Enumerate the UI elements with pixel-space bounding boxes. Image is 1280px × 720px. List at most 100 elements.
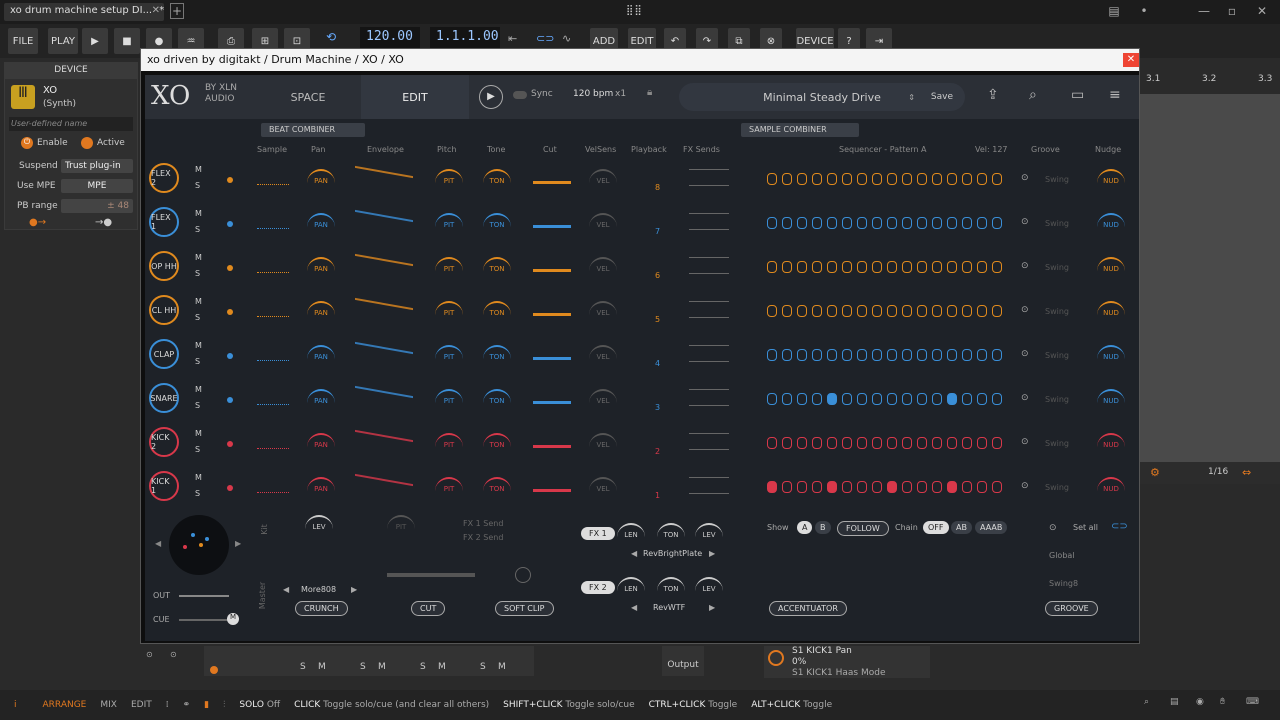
lane-solo-button[interactable]: S — [195, 357, 200, 366]
lane-envelope[interactable] — [355, 253, 413, 279]
seq-step[interactable] — [902, 481, 912, 493]
seq-step[interactable] — [797, 481, 807, 493]
seq-step[interactable] — [962, 481, 972, 493]
lane-solo-button[interactable]: S — [195, 401, 200, 410]
param-knob-icon[interactable] — [768, 650, 784, 666]
lane-waveform[interactable] — [257, 349, 289, 361]
soft-clip-button[interactable]: SOFT CLIP — [495, 601, 554, 616]
lane-name-button[interactable]: SNARE — [149, 383, 179, 413]
lane-playback-value[interactable]: 1 — [655, 491, 660, 500]
cut-button[interactable]: CUT — [411, 601, 446, 616]
user-name-field[interactable]: User-defined name — [9, 117, 133, 131]
lane-pan-knob[interactable]: PAN — [307, 213, 335, 233]
lane-fx-send[interactable] — [689, 257, 729, 258]
seq-step[interactable] — [797, 349, 807, 361]
seq-step[interactable] — [932, 217, 942, 229]
lane-pitch-knob[interactable]: PIT — [435, 345, 463, 365]
seq-step[interactable] — [962, 393, 972, 405]
groove-link-icon[interactable]: ⊙ — [1021, 393, 1029, 403]
groove-link-icon[interactable]: ⊙ — [1021, 305, 1029, 315]
seq-step[interactable] — [842, 305, 852, 317]
lane-playback-value[interactable]: 4 — [655, 359, 660, 368]
seq-step[interactable] — [962, 349, 972, 361]
lane-fx-send[interactable] — [689, 185, 729, 186]
lane-fx-send[interactable] — [689, 213, 729, 214]
mute-button[interactable]: M — [438, 662, 446, 672]
arrange-tab[interactable]: ARRANGE — [43, 700, 87, 710]
seq-step[interactable] — [947, 173, 957, 185]
master-right-icon[interactable]: ▶ — [351, 585, 357, 594]
lane-mute-button[interactable]: M — [195, 429, 202, 438]
show-a-button[interactable]: A — [797, 521, 813, 534]
document-tab[interactable]: xo drum machine setup DI... * ✕ — [4, 3, 164, 21]
seq-step[interactable] — [827, 261, 837, 273]
lane-velsens-knob[interactable]: VEL — [589, 433, 617, 453]
suspend-select[interactable]: Trust plug-in — [61, 159, 133, 173]
timeline-ruler[interactable]: 3.1 3.2 3.3 — [1140, 62, 1280, 92]
seq-step[interactable] — [947, 481, 957, 493]
lane-solo-button[interactable]: S — [195, 225, 200, 234]
metronome-icon[interactable]: M — [227, 613, 239, 625]
lane-pitch-knob[interactable]: PIT — [435, 257, 463, 277]
master-drive-slider[interactable] — [387, 573, 475, 577]
lane-fx-send[interactable] — [689, 169, 729, 170]
chain-ab-button[interactable]: AB — [951, 521, 972, 534]
lane-cut-slider[interactable] — [533, 489, 571, 492]
seq-step[interactable] — [827, 349, 837, 361]
lane-velsens-knob[interactable]: VEL — [589, 477, 617, 497]
mute-button[interactable]: M — [378, 662, 386, 672]
accentuator-button[interactable]: ACCENTUATOR — [769, 601, 847, 616]
xy-pad[interactable] — [169, 515, 229, 575]
seq-step[interactable] — [887, 481, 897, 493]
mute-button[interactable]: M — [318, 662, 326, 672]
lane-dot-icon[interactable] — [227, 221, 233, 227]
seq-step[interactable] — [857, 481, 867, 493]
seq-step[interactable] — [917, 261, 927, 273]
seq-step[interactable] — [962, 217, 972, 229]
grid-arrows-icon[interactable]: ⇔ — [1242, 466, 1251, 479]
lane-dot-icon[interactable] — [227, 353, 233, 359]
route-in-icon[interactable]: ●→ — [29, 217, 46, 228]
mix-tab[interactable]: MIX — [100, 700, 117, 710]
info-icon[interactable]: i — [14, 700, 17, 710]
seq-step[interactable] — [947, 437, 957, 449]
seq-step[interactable] — [932, 481, 942, 493]
seq-step[interactable] — [827, 217, 837, 229]
fx1-len-knob[interactable]: LEN — [617, 523, 645, 543]
lane-name-button[interactable]: CLAP — [149, 339, 179, 369]
seq-step[interactable] — [812, 393, 822, 405]
menu-icon[interactable]: ≡ — [1109, 87, 1121, 103]
lane-playback-value[interactable]: 3 — [655, 403, 660, 412]
lane-playback-value[interactable]: 7 — [655, 227, 660, 236]
folder-icon[interactable]: ▭ — [1071, 87, 1084, 103]
lane-tone-knob[interactable]: TON — [483, 301, 511, 321]
seq-step[interactable] — [977, 481, 987, 493]
enable-power-icon[interactable]: ⏻ — [21, 137, 33, 149]
seq-step[interactable] — [992, 261, 1002, 273]
lane-cut-slider[interactable] — [533, 225, 571, 228]
seq-step[interactable] — [857, 261, 867, 273]
seq-step[interactable] — [872, 437, 882, 449]
output-knob[interactable]: Output — [662, 646, 704, 676]
nudge-knob[interactable]: NUD — [1097, 301, 1125, 321]
seq-step[interactable] — [812, 481, 822, 493]
seq-step[interactable] — [887, 261, 897, 273]
preset-selector[interactable]: Minimal Steady Drive ⇕ Save — [679, 83, 965, 111]
wave-icon[interactable]: ∿ — [562, 32, 571, 45]
chain-off-button[interactable]: OFF — [923, 521, 949, 534]
kit-pit-knob[interactable]: PIT — [387, 515, 415, 535]
master-left-icon[interactable]: ◀ — [283, 585, 289, 594]
lane-velsens-knob[interactable]: VEL — [589, 213, 617, 233]
seq-step[interactable] — [962, 437, 972, 449]
seq-step[interactable] — [827, 393, 837, 405]
groove-link-icon[interactable]: ⊙ — [1021, 217, 1029, 227]
edit-tab[interactable]: EDIT — [131, 700, 152, 710]
seq-step[interactable] — [932, 261, 942, 273]
seq-step[interactable] — [902, 305, 912, 317]
seq-step[interactable] — [842, 393, 852, 405]
lane-waveform[interactable] — [257, 481, 289, 493]
bpm-value[interactable]: 120 bpm — [573, 89, 613, 99]
seq-step[interactable] — [767, 481, 777, 493]
seq-step[interactable] — [857, 173, 867, 185]
pb-range-field[interactable]: ± 48 — [61, 199, 133, 213]
